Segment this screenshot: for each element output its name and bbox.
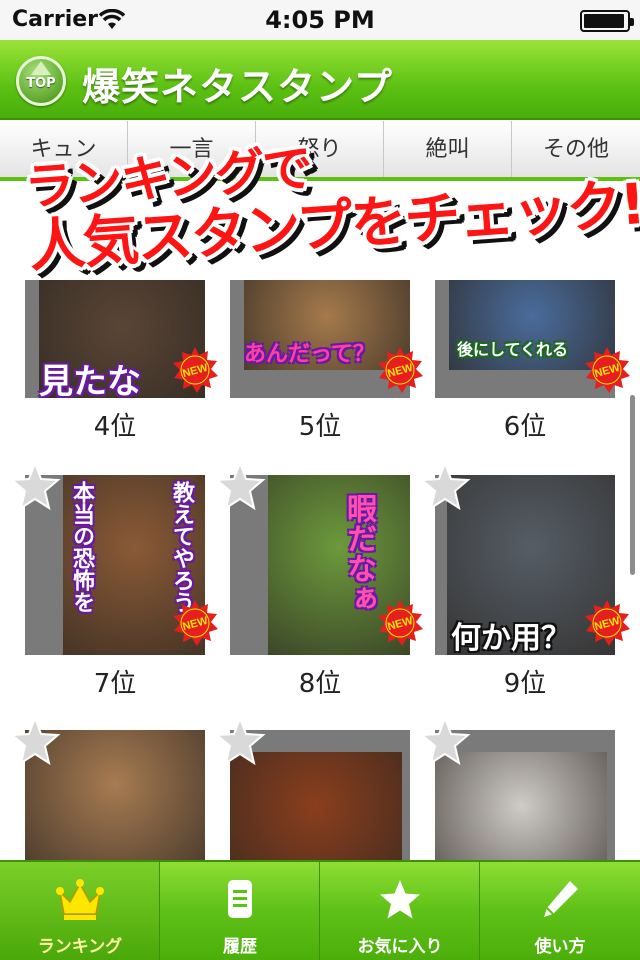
status-bar: Carrier 4:05 PM xyxy=(0,0,640,40)
tab-howto-label: 使い方 xyxy=(534,937,586,957)
top-button-label: TOP xyxy=(26,76,56,91)
stamp-caption: 暇だなぁ xyxy=(341,493,376,613)
stamp-photo xyxy=(230,752,402,860)
category-tab-kyun[interactable]: キュン xyxy=(0,121,128,177)
stamp-caption: あんだって？ xyxy=(244,342,375,367)
tab-favorites-label: お気に入り xyxy=(357,937,443,957)
battery-level xyxy=(584,14,624,28)
new-badge-icon: NEW xyxy=(376,599,424,647)
scroll-indicator xyxy=(630,395,635,575)
app-title: 爆笑ネタスタンプ xyxy=(82,65,393,109)
app-header: TOP 爆笑ネタスタンプ xyxy=(0,40,640,120)
stamp-item[interactable] xyxy=(419,715,615,860)
favorite-star-icon[interactable] xyxy=(214,715,266,766)
rank-label: 4位 xyxy=(93,412,137,442)
favorite-star-icon[interactable] xyxy=(214,460,266,511)
up-arrow-icon xyxy=(31,61,51,75)
category-tab-zekkyo[interactable]: 絶叫 xyxy=(384,121,512,177)
stamp-photo xyxy=(435,752,607,860)
pencil-icon xyxy=(544,881,578,917)
tab-history[interactable]: 履歴 xyxy=(160,862,320,960)
stamp-caption: 何か用？ xyxy=(451,621,571,655)
stamp-item[interactable]: 本当の恐怖を 教えてやろう NEW 7位 xyxy=(9,460,218,720)
new-badge-icon: NEW xyxy=(171,599,219,647)
rank-label: 5位 xyxy=(298,412,342,442)
favorite-star-icon[interactable] xyxy=(9,460,61,511)
stamp-item[interactable]: 暇だなぁ NEW 8位 xyxy=(214,460,423,720)
tab-history-label: 履歴 xyxy=(223,937,257,957)
new-badge-icon: NEW xyxy=(376,346,424,394)
rank-label: 7位 xyxy=(93,669,137,699)
stamp-caption: 後にしてくれる xyxy=(457,340,569,359)
category-tab-hitokoto[interactable]: 一言 xyxy=(128,121,256,177)
rank-label: 8位 xyxy=(298,669,342,699)
stamp-item[interactable] xyxy=(9,715,205,860)
tab-favorites[interactable]: お気に入り xyxy=(320,862,480,960)
stamp-item[interactable]: 何か用？ NEW 9位 xyxy=(419,460,630,720)
stamp-grid: 見たな NEW 4位 あんだって？ NEW 5位 後にしてくれる NEW 6位 本当の恐怖を 教えて… xyxy=(0,280,640,860)
rank-label: 6位 xyxy=(503,412,547,442)
new-badge-icon: NEW xyxy=(583,346,631,394)
category-tab-other[interactable]: その他 xyxy=(512,121,640,177)
favorite-star-icon[interactable] xyxy=(9,715,61,766)
clock: 4:05 PM xyxy=(265,6,375,34)
top-button[interactable]: TOP xyxy=(16,56,66,106)
tab-ranking-label: ランキング xyxy=(37,937,123,957)
new-badge-icon: NEW xyxy=(583,599,631,647)
stamp-caption: 本当の恐怖を xyxy=(69,481,94,613)
tab-howto[interactable]: 使い方 xyxy=(480,862,640,960)
star-icon xyxy=(380,880,420,919)
stamp-caption: 見たな xyxy=(39,362,141,398)
stamp-item[interactable] xyxy=(214,715,410,860)
tab-bar: ランキング 履歴 お気に入り 使い方 xyxy=(0,860,640,960)
battery-icon xyxy=(580,10,634,32)
rank-label: 9位 xyxy=(503,669,547,699)
crown-icon xyxy=(56,879,104,920)
category-tab-ikari[interactable]: 怒り xyxy=(256,121,384,177)
document-icon xyxy=(228,880,252,918)
favorite-star-icon[interactable] xyxy=(419,715,471,766)
category-tabs: キュン 一言 怒り 絶叫 その他 xyxy=(0,121,640,181)
favorite-star-icon[interactable] xyxy=(419,460,471,511)
stamp-caption-2: 教えてやろう xyxy=(169,481,194,613)
tab-ranking[interactable]: ランキング xyxy=(0,862,160,960)
new-badge-icon: NEW xyxy=(171,346,219,394)
